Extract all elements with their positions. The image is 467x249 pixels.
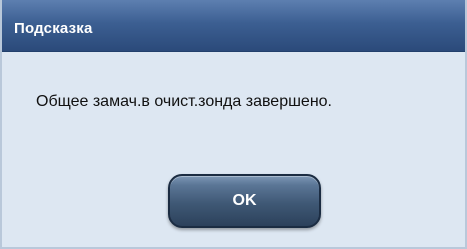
ok-button[interactable]: OK [168,174,321,228]
dialog-titlebar: Подсказка [2,0,465,52]
dialog-message: Общее замач.в очист.зонда завершено. [36,93,332,110]
dialog-title: Подсказка [14,20,93,37]
hint-dialog: Подсказка Общее замач.в очист.зонда заве… [0,0,467,249]
